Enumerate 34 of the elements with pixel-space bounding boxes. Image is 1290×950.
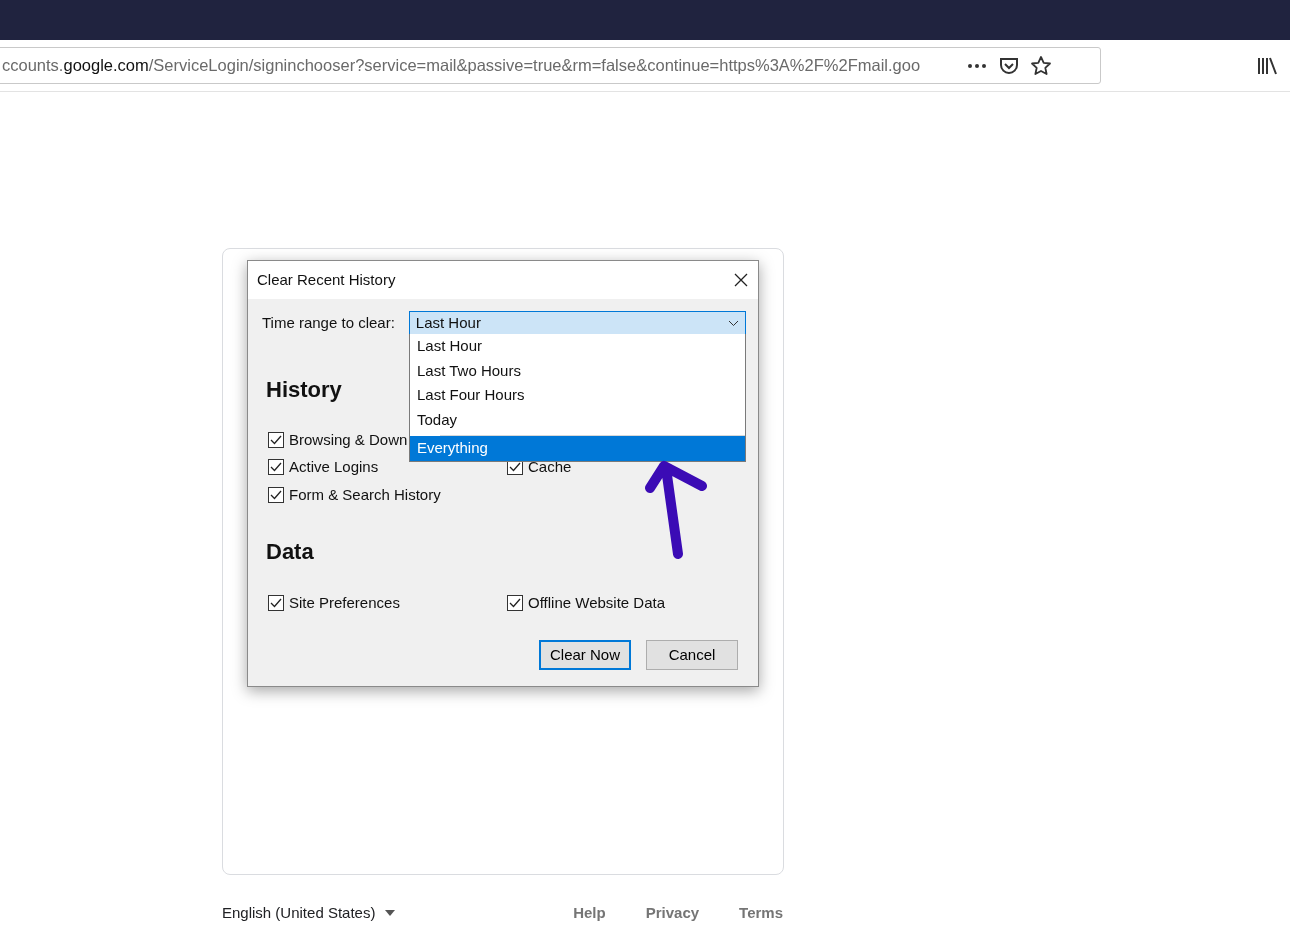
chevron-icon [727, 319, 739, 327]
dropdown-option[interactable]: Last Two Hours [410, 358, 745, 383]
caret-icon[interactable] [384, 909, 397, 918]
dropdown-option[interactable]: Last Four Hours [410, 383, 745, 408]
url-prefix: ccounts. [2, 56, 64, 75]
language-selector[interactable]: English (United States) [222, 902, 376, 925]
time-range-label: Time range to clear: [262, 312, 395, 333]
checkbox[interactable] [268, 486, 284, 503]
time-range-dropdown[interactable]: Last Hour [408, 311, 746, 335]
checkbox-label: Site Preferences [289, 593, 400, 613]
dropdown-option[interactable]: Today [410, 407, 745, 432]
star-icon[interactable] [1029, 53, 1053, 78]
footer-link[interactable]: Privacy [645, 902, 700, 925]
checkbox[interactable] [507, 595, 523, 612]
close-icon[interactable] [734, 273, 748, 287]
footer-link[interactable]: Terms [739, 902, 783, 925]
url-path: /ServiceLogin/signinchooser?service=mail&passive=true&rm=false&continue=https%3A%2F%2Fmail.goo [148, 56, 921, 75]
checkbox[interactable] [268, 595, 284, 612]
dialog-title: Clear Recent History [257, 269, 396, 290]
dialog-button[interactable]: Clear Now [539, 640, 631, 670]
footer-link[interactable]: Help [573, 902, 606, 925]
dialog-button[interactable]: Cancel [646, 640, 738, 670]
checkbox-label: Browsing & Down [289, 429, 408, 450]
checkbox-label: Active Logins [289, 457, 379, 477]
url-domain: google.com [63, 56, 149, 75]
address-bar[interactable]: ccounts.google.com/ServiceLogin/signinchooser?service=mail&passive=true&rm=false&continue=https%3A%2F%2Fmail.goo [0, 47, 1101, 84]
checkbox[interactable] [268, 431, 284, 448]
section-heading: History [266, 376, 342, 404]
dropdown-option[interactable]: Everything [410, 436, 745, 461]
dropdown-option[interactable]: Last Hour [410, 334, 745, 359]
checkbox-label: Offline Website Data [528, 593, 665, 613]
checkbox-label: Form & Search History [289, 484, 441, 505]
checkbox[interactable] [268, 459, 284, 476]
section-heading: Data [266, 537, 314, 566]
